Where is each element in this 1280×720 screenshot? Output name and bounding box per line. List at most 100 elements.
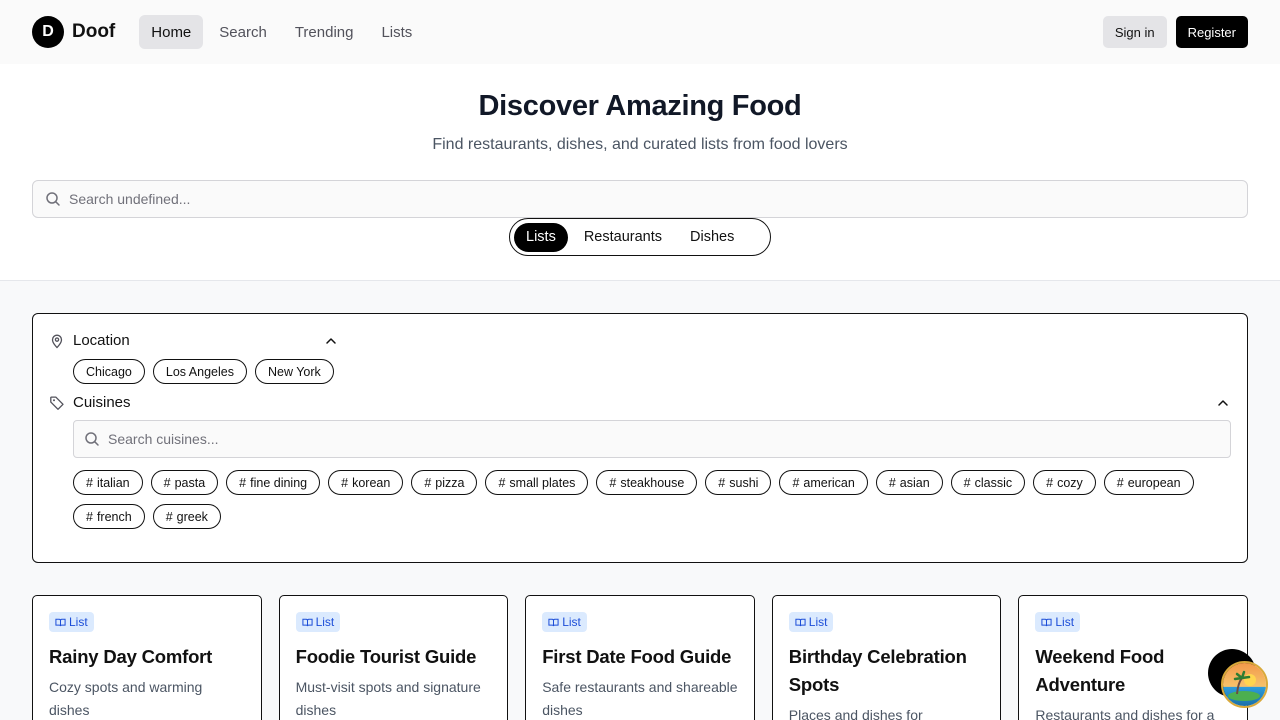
page-subtitle: Find restaurants, dishes, and curated li…	[432, 136, 848, 153]
search-bar[interactable]	[32, 180, 1248, 218]
hash-icon: #	[718, 475, 726, 490]
list-badge: List	[295, 612, 341, 632]
book-open-icon	[302, 618, 313, 626]
brand-name: Doof	[72, 21, 116, 42]
main-nav: Home Search Trending Lists	[139, 15, 424, 49]
segment-lists[interactable]: Lists	[514, 222, 568, 252]
location-options: Chicago Los Angeles New York	[73, 359, 334, 384]
hash-icon: #	[498, 475, 506, 490]
cuisine-chip-label: small plates	[509, 475, 576, 490]
register-button[interactable]: Register	[1175, 16, 1248, 48]
hash-icon: #	[1046, 475, 1054, 490]
location-label: Location	[73, 332, 130, 349]
list-card[interactable]: List Foodie Tourist Guide Must-visit spo…	[278, 595, 509, 720]
location-chip-chicago[interactable]: Chicago	[73, 359, 145, 384]
cuisine-chip-label: pizza	[435, 475, 465, 490]
hash-icon: #	[1116, 475, 1124, 490]
list-card[interactable]: List Rainy Day Comfort Cozy spots and wa…	[32, 595, 262, 720]
cuisine-chip[interactable]: # cozy	[1033, 470, 1096, 495]
chevron-up-icon[interactable]	[324, 334, 338, 348]
card-title: Foodie Tourist Guide	[295, 645, 477, 667]
cuisine-chip-label: classic	[974, 475, 1013, 490]
cuisine-chip[interactable]: # pizza	[411, 470, 478, 495]
cuisine-chip[interactable]: # fine dining	[226, 470, 321, 495]
map-pin-icon	[49, 333, 65, 349]
cuisine-chip[interactable]: # asian	[875, 470, 943, 495]
cuisine-chip[interactable]: # french	[73, 504, 145, 529]
page-title: Discover Amazing Food	[478, 90, 802, 122]
top-navigation-bar: D Doof Home Search Trending Lists Sign i…	[0, 0, 1280, 64]
search-icon	[45, 191, 61, 207]
cuisine-search-bar[interactable]	[73, 420, 1231, 458]
cuisine-chip[interactable]: # steakhouse	[596, 470, 698, 495]
cuisine-chip[interactable]: # european	[1103, 470, 1194, 495]
filters-panel: Location Chicago Los Angeles New York Cu…	[32, 313, 1248, 563]
book-open-icon	[1041, 618, 1052, 626]
card-title: First Date Food Guide	[542, 645, 732, 667]
hash-icon: #	[888, 475, 896, 490]
cuisines-label: Cuisines	[73, 394, 131, 411]
auth-actions: Sign in Register	[1102, 16, 1248, 48]
segment-dishes[interactable]: Dishes	[678, 223, 746, 252]
cuisine-chip[interactable]: # greek	[152, 504, 221, 529]
cuisine-chip-label: asian	[899, 475, 930, 490]
cuisines-filter-header[interactable]: Cuisines	[49, 394, 131, 411]
hash-icon: #	[163, 475, 171, 490]
nav-item-search[interactable]: Search	[207, 15, 279, 49]
hash-icon: #	[86, 509, 93, 524]
list-card[interactable]: List First Date Food Guide Safe restaura…	[525, 595, 755, 720]
cuisine-search-input[interactable]	[108, 431, 1108, 447]
cuisine-chip-label: french	[96, 509, 132, 524]
location-chip-new-york[interactable]: New York	[254, 359, 334, 384]
nav-item-lists[interactable]: Lists	[369, 15, 424, 49]
cuisine-chip-label: pasta	[174, 475, 206, 490]
card-description: Cozy spots and warming dishes	[49, 678, 203, 718]
sign-in-button[interactable]: Sign in	[1102, 16, 1167, 48]
cuisine-chip-label: european	[1127, 475, 1181, 490]
card-description: Restaurants and dishes for a	[1035, 706, 1215, 720]
book-open-icon	[795, 618, 806, 626]
cuisine-chip-label: sushi	[729, 475, 759, 490]
cuisine-chip-label: american	[803, 475, 855, 490]
hash-icon: #	[963, 475, 971, 490]
brand-home-link[interactable]: D Doof	[32, 16, 115, 48]
cuisine-chip[interactable]: # korean	[328, 470, 404, 495]
content-type-toggle: Lists Restaurants Dishes	[509, 218, 771, 256]
tag-icon	[49, 395, 65, 411]
cuisine-chip[interactable]: # sushi	[705, 470, 772, 495]
cuisine-chip-label: fine dining	[250, 475, 308, 490]
cuisine-chip[interactable]: # classic	[950, 470, 1026, 495]
card-description: Must-visit spots and signature dishes	[295, 678, 481, 718]
user-avatar[interactable]	[1221, 661, 1268, 708]
hash-icon: #	[609, 475, 617, 490]
card-description: Places and dishes for	[788, 706, 923, 720]
badge-label: List	[1055, 615, 1075, 629]
cuisine-chip[interactable]: # american	[779, 470, 868, 495]
badge-label: List	[808, 615, 828, 629]
hero-section: Discover Amazing Food Find restaurants, …	[0, 64, 1280, 281]
list-card[interactable]: List Birthday Celebration Spots Places a…	[771, 595, 1002, 720]
nav-item-trending[interactable]: Trending	[283, 15, 366, 49]
cuisine-chip[interactable]: # pasta	[150, 470, 219, 495]
chevron-up-icon[interactable]	[1216, 396, 1230, 410]
brand-logo: D	[32, 16, 64, 48]
badge-label: List	[315, 615, 335, 629]
hash-icon: #	[341, 475, 349, 490]
segment-restaurants[interactable]: Restaurants	[572, 223, 674, 252]
cuisine-chip-label: italian	[96, 475, 130, 490]
hash-icon: #	[86, 475, 93, 490]
nav-item-home[interactable]: Home	[139, 15, 204, 49]
card-title: Birthday Celebration Spots	[788, 645, 967, 695]
location-filter-header[interactable]: Location	[49, 332, 130, 349]
search-input[interactable]	[69, 191, 1169, 207]
location-chip-los-angeles[interactable]: Los Angeles	[152, 359, 247, 384]
list-badge: List	[542, 612, 587, 632]
book-open-icon	[55, 618, 66, 626]
cuisine-chip[interactable]: # small plates	[485, 470, 589, 495]
cuisine-chip-label: cozy	[1057, 475, 1083, 490]
hash-icon: #	[239, 475, 247, 490]
card-title: Weekend Food Adventure	[1035, 645, 1165, 695]
cuisine-chip-label: steakhouse	[620, 475, 685, 490]
cuisine-chip[interactable]: # italian	[73, 470, 143, 495]
list-cards: List Rainy Day Comfort Cozy spots and wa…	[32, 595, 1248, 720]
